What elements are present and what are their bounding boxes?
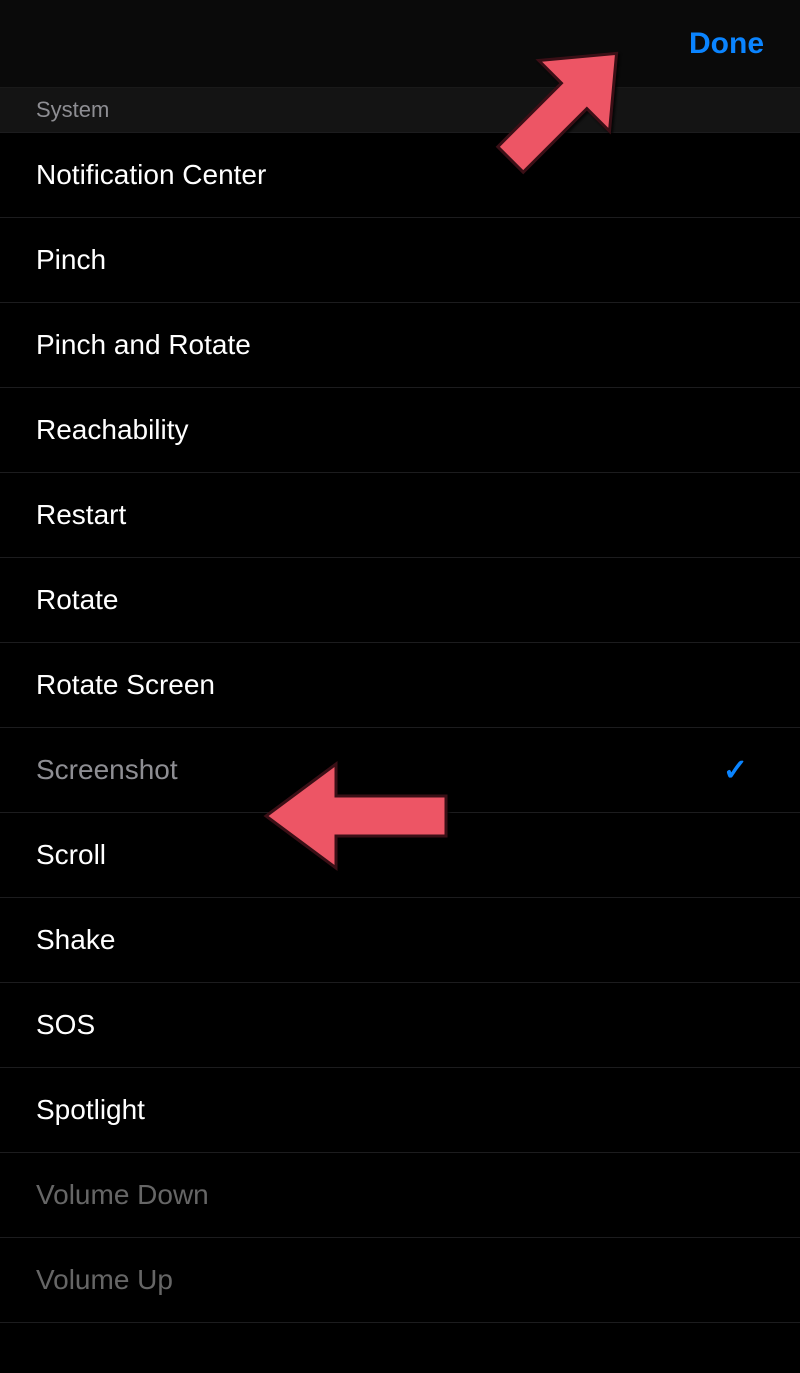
list-item[interactable]: Rotate xyxy=(0,558,800,643)
navigation-bar: Done xyxy=(0,0,800,88)
list-item-label: Volume Up xyxy=(36,1264,173,1296)
list-item[interactable]: Notification Center xyxy=(0,133,800,218)
list-item-label: Shake xyxy=(36,924,115,956)
list-item-label: Rotate Screen xyxy=(36,669,215,701)
list-item-label: Notification Center xyxy=(36,159,266,191)
list-item[interactable]: Restart xyxy=(0,473,800,558)
list-item[interactable]: Scroll xyxy=(0,813,800,898)
list-item[interactable]: Spotlight xyxy=(0,1068,800,1153)
done-button[interactable]: Done xyxy=(689,27,764,61)
list-item-label: Spotlight xyxy=(36,1094,145,1126)
checkmark-icon: ✓ xyxy=(723,753,764,788)
list-item[interactable]: Screenshot ✓ xyxy=(0,728,800,813)
list-item[interactable]: Reachability xyxy=(0,388,800,473)
section-title: System xyxy=(36,97,109,123)
list-item[interactable]: Pinch and Rotate xyxy=(0,303,800,388)
system-actions-list: Notification Center Pinch Pinch and Rotate… xyxy=(0,132,800,1323)
list-item[interactable]: Volume Down xyxy=(0,1153,800,1238)
list-item-label: Rotate xyxy=(36,584,119,616)
list-item-label: Reachability xyxy=(36,414,189,446)
list-item[interactable]: SOS xyxy=(0,983,800,1068)
list-item[interactable]: Volume Up xyxy=(0,1238,800,1323)
list-item-label: Screenshot xyxy=(36,754,178,786)
list-item[interactable]: Rotate Screen xyxy=(0,643,800,728)
list-item-label: Pinch xyxy=(36,244,106,276)
list-item-label: Restart xyxy=(36,499,126,531)
list-item[interactable]: Shake xyxy=(0,898,800,983)
section-header-system: System xyxy=(0,88,800,132)
list-item-label: Scroll xyxy=(36,839,106,871)
list-item-label: SOS xyxy=(36,1009,95,1041)
list-item[interactable]: Pinch xyxy=(0,218,800,303)
list-item-label: Pinch and Rotate xyxy=(36,329,251,361)
list-item-label: Volume Down xyxy=(36,1179,209,1211)
